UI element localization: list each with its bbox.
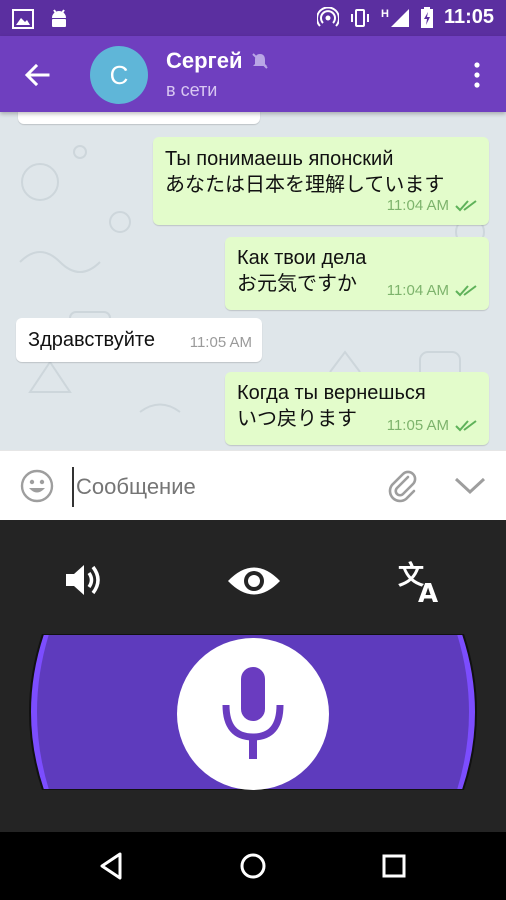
- recents-nav-icon[interactable]: [378, 850, 410, 882]
- back-nav-icon[interactable]: [96, 850, 128, 882]
- system-nav-bar: [0, 832, 506, 900]
- message-input[interactable]: [72, 467, 378, 507]
- muted-icon: [252, 53, 269, 69]
- back-arrow-icon[interactable]: [22, 60, 52, 90]
- message-meta: 11:04 AM: [387, 278, 477, 304]
- svg-text:A: A: [418, 579, 438, 604]
- hotspot-icon: [316, 6, 339, 27]
- double-check-icon: [455, 420, 477, 432]
- contact-name-label: Сергей: [166, 48, 243, 73]
- message-meta: 11:04 AM: [387, 193, 477, 219]
- message-text: Когда ты вернешься: [237, 382, 426, 404]
- message-text: Ты понимаешь японский: [165, 148, 394, 170]
- message-meta: 11:05 AM: [387, 413, 477, 439]
- contact-name[interactable]: Сергей: [166, 48, 270, 74]
- eye-icon[interactable]: [226, 564, 282, 598]
- home-nav-icon[interactable]: [237, 850, 269, 882]
- battery-charging-icon: [420, 6, 433, 28]
- speaker-icon[interactable]: [62, 560, 106, 600]
- more-options-icon[interactable]: [472, 60, 482, 90]
- message-text: Как твои дела: [237, 247, 367, 269]
- android-icon: [52, 9, 66, 27]
- chevron-down-icon[interactable]: [452, 471, 488, 499]
- message-bubble-outgoing[interactable]: Ты понимаешь японский あなたは日本を理解しています 11:…: [153, 137, 489, 225]
- contact-status: в сети: [166, 80, 218, 100]
- message-bubble-outgoing[interactable]: Когда ты вернешься いつ戻ります 11:05 AM: [225, 372, 489, 445]
- message-input-bar: [0, 450, 506, 521]
- microphone-button[interactable]: [176, 637, 330, 791]
- status-bar: H 11:05: [0, 0, 506, 36]
- image-icon: [12, 9, 34, 29]
- message-meta: 11:05 AM: [190, 330, 252, 356]
- message-time: 11:05 AM: [189, 334, 252, 351]
- message-time: 11:04 AM: [386, 282, 449, 299]
- message-bubble-incoming[interactable]: Здравствуйте 11:05 AM: [16, 318, 262, 362]
- avatar[interactable]: С: [90, 46, 148, 104]
- voice-translate-panel: 文A: [0, 520, 506, 832]
- emoji-icon[interactable]: [20, 469, 54, 503]
- chat-area[interactable]: Ты понимаешь японский あなたは日本を理解しています 11:…: [0, 112, 506, 450]
- message-text-translation: お元気ですか: [237, 273, 357, 295]
- double-check-icon: [455, 285, 477, 297]
- message-bubble-previous: [18, 112, 260, 124]
- signal-icon: [390, 8, 409, 27]
- message-text-translation: いつ戻ります: [237, 408, 357, 430]
- message-text: Здравствуйте: [28, 329, 155, 351]
- message-time: 11:04 AM: [386, 197, 449, 214]
- app-bar: С Сергей в сети: [0, 36, 506, 112]
- clock: 11:05: [443, 6, 494, 28]
- message-time: 11:05 AM: [386, 417, 449, 434]
- double-check-icon: [455, 200, 477, 212]
- network-type-label: H: [380, 7, 389, 20]
- vibrate-icon: [350, 8, 369, 27]
- translate-icon[interactable]: 文A: [396, 558, 446, 604]
- attach-icon[interactable]: [386, 469, 420, 503]
- message-bubble-outgoing[interactable]: Как твои дела お元気ですか 11:04 AM: [225, 237, 489, 310]
